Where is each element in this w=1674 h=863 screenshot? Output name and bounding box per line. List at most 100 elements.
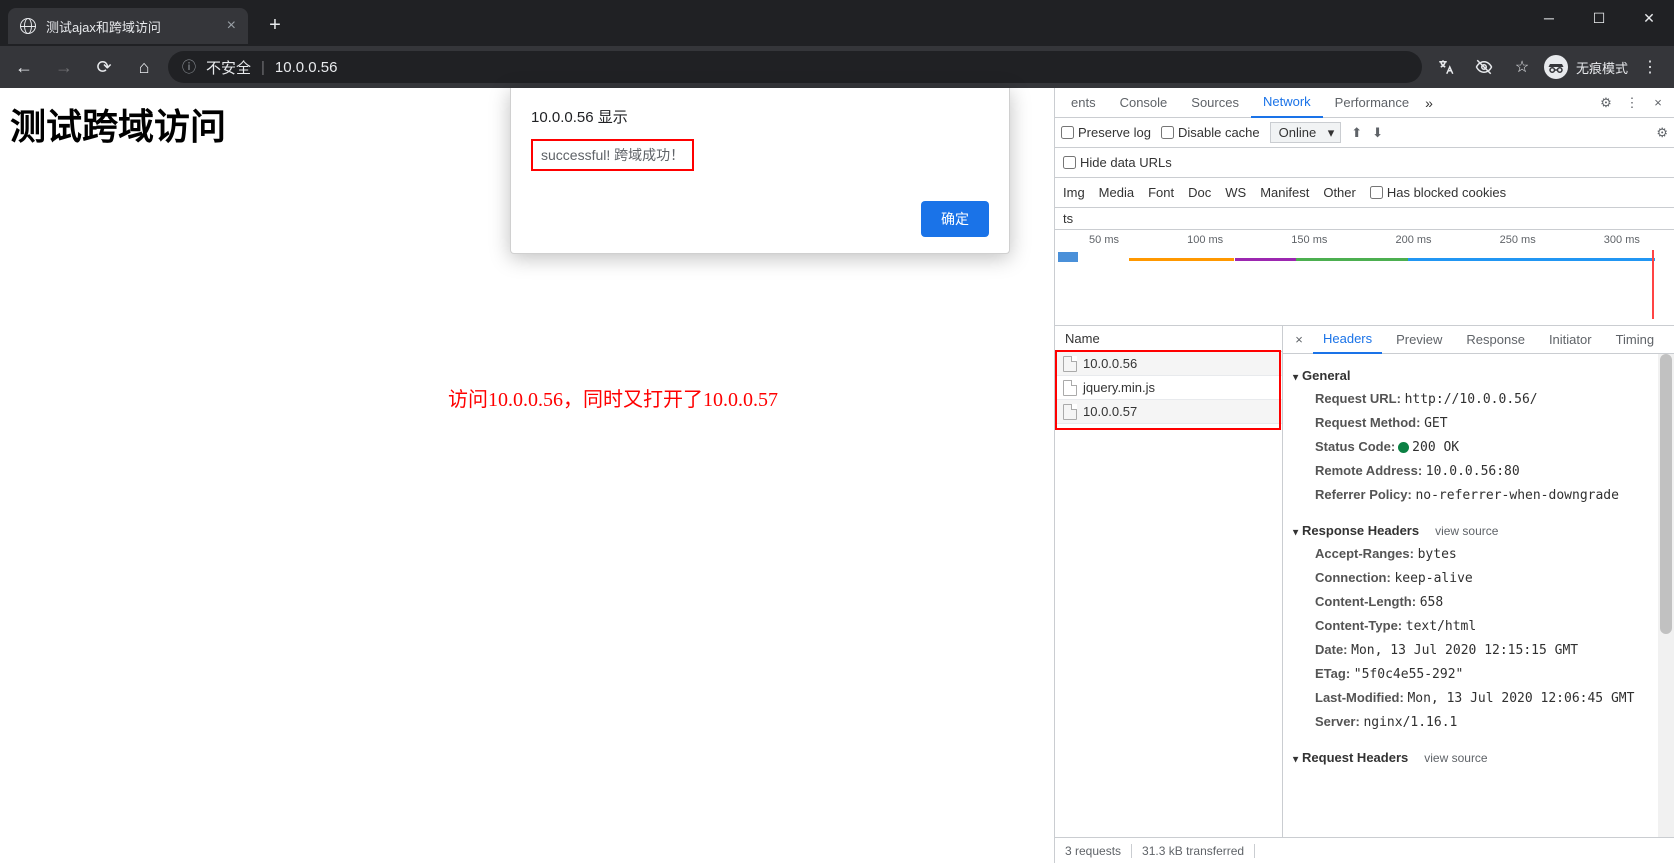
request-details: × Headers Preview Response Initiator Tim…: [1283, 326, 1674, 837]
status-transferred: 31.3 kB transferred: [1132, 844, 1255, 858]
tick: 200 ms: [1395, 234, 1431, 246]
tick: 250 ms: [1500, 234, 1536, 246]
devtools-more-tabs-icon[interactable]: »: [1425, 95, 1433, 111]
waterfall-bar: [1296, 258, 1407, 261]
devtools-tab-console[interactable]: Console: [1108, 88, 1180, 118]
home-button[interactable]: ⌂: [128, 51, 160, 83]
filter-font[interactable]: Font: [1148, 185, 1174, 200]
waterfall-bar: [1129, 258, 1234, 261]
filter-trunc: ts: [1063, 211, 1073, 226]
devtools-tab-network[interactable]: Network: [1251, 88, 1323, 118]
tab-close-icon[interactable]: ×: [227, 17, 236, 35]
gear-icon[interactable]: ⚙: [1594, 91, 1618, 115]
network-filters: Hide data URLs: [1055, 148, 1674, 178]
tick: 150 ms: [1291, 234, 1327, 246]
filter-ws[interactable]: WS: [1225, 185, 1246, 200]
request-row[interactable]: jquery.min.js: [1055, 376, 1282, 400]
details-close-icon[interactable]: ×: [1289, 332, 1309, 347]
devtools-panel: ents Console Sources Network Performance…: [1054, 88, 1674, 863]
throttling-select[interactable]: Online: [1270, 122, 1342, 143]
translate-icon[interactable]: [1430, 51, 1462, 83]
waterfall-bar: [1408, 258, 1656, 261]
browser-titlebar: 测试ajax和跨域访问 × + ─ ☐ ✕: [0, 0, 1674, 46]
kebab-icon[interactable]: ⋮: [1620, 91, 1644, 115]
request-list: Name 10.0.0.56 jquery.min.js 10.0.0.57: [1055, 326, 1283, 837]
filter-img[interactable]: Img: [1063, 185, 1085, 200]
download-icon[interactable]: ⬇: [1372, 125, 1383, 141]
view-source-link[interactable]: view source: [1435, 524, 1498, 538]
file-icon: [1063, 404, 1077, 420]
new-tab-button[interactable]: +: [260, 10, 290, 40]
incognito-icon: [1544, 55, 1568, 79]
request-row[interactable]: 10.0.0.56: [1055, 352, 1282, 376]
details-tab-initiator[interactable]: Initiator: [1539, 326, 1602, 354]
disable-cache-checkbox[interactable]: Disable cache: [1161, 125, 1260, 140]
dialog-title: 10.0.0.56 显示: [531, 106, 989, 127]
section-response-headers[interactable]: Response Headersview source: [1293, 519, 1664, 542]
file-icon: [1063, 356, 1077, 372]
scrollbar[interactable]: [1658, 354, 1674, 837]
js-alert-dialog: 10.0.0.56 显示 successful! 跨域成功！ 确定: [510, 88, 1010, 254]
status-requests: 3 requests: [1055, 844, 1132, 858]
view-source-link[interactable]: view source: [1424, 751, 1487, 765]
url-text: 10.0.0.56: [275, 59, 338, 76]
back-button[interactable]: ←: [8, 51, 40, 83]
hide-data-urls-checkbox[interactable]: Hide data URLs: [1063, 155, 1172, 170]
devtools-tab-elements[interactable]: ents: [1059, 88, 1108, 118]
waterfall-overview[interactable]: 50 ms 100 ms 150 ms 200 ms 250 ms 300 ms: [1055, 230, 1674, 326]
reload-button[interactable]: ⟳: [88, 51, 120, 83]
has-blocked-checkbox[interactable]: Has blocked cookies: [1370, 185, 1506, 200]
devtools-tabs: ents Console Sources Network Performance…: [1055, 88, 1674, 118]
section-general[interactable]: General: [1293, 364, 1664, 387]
network-filters-row3: ts: [1055, 208, 1674, 230]
request-row[interactable]: 10.0.0.57: [1055, 400, 1282, 424]
url-separator: |: [261, 59, 265, 76]
dialog-message: successful! 跨域成功！: [531, 139, 694, 171]
browser-menu-icon[interactable]: ⋮: [1634, 51, 1666, 83]
tick: 50 ms: [1089, 234, 1119, 246]
insecure-label: 不安全: [206, 57, 251, 78]
window-minimize-button[interactable]: ─: [1524, 0, 1574, 36]
network-toolbar: Preserve log Disable cache Online ⬆ ⬇ ⚙: [1055, 118, 1674, 148]
details-tab-timing[interactable]: Timing: [1606, 326, 1665, 354]
file-icon: [1063, 380, 1077, 396]
network-type-filters: Img Media Font Doc WS Manifest Other Has…: [1055, 178, 1674, 208]
scrollbar-thumb[interactable]: [1660, 354, 1672, 634]
devtools-close-icon[interactable]: ×: [1646, 91, 1670, 115]
dialog-ok-button[interactable]: 确定: [921, 201, 989, 237]
filter-media[interactable]: Media: [1099, 185, 1134, 200]
eye-off-icon[interactable]: [1468, 51, 1500, 83]
page-annotation: 访问10.0.0.56，同时又打开了10.0.0.57: [448, 383, 778, 412]
info-icon[interactable]: ⓘ: [182, 57, 196, 77]
tick: 300 ms: [1604, 234, 1640, 246]
preserve-log-checkbox[interactable]: Preserve log: [1061, 125, 1151, 140]
status-dot-icon: [1398, 442, 1409, 453]
devtools-tab-sources[interactable]: Sources: [1179, 88, 1251, 118]
network-status-bar: 3 requests 31.3 kB transferred: [1055, 837, 1674, 863]
url-bar[interactable]: ⓘ 不安全 | 10.0.0.56: [168, 51, 1422, 83]
filter-other[interactable]: Other: [1323, 185, 1356, 200]
window-maximize-button[interactable]: ☐: [1574, 0, 1624, 36]
globe-icon: [20, 18, 36, 34]
devtools-tab-performance[interactable]: Performance: [1323, 88, 1421, 118]
browser-tab[interactable]: 测试ajax和跨域访问 ×: [8, 8, 248, 44]
tick: 100 ms: [1187, 234, 1223, 246]
forward-button[interactable]: →: [48, 51, 80, 83]
request-list-header[interactable]: Name: [1055, 326, 1282, 352]
waterfall-load-line: [1652, 250, 1654, 319]
network-settings-icon[interactable]: ⚙: [1656, 125, 1668, 141]
window-close-button[interactable]: ✕: [1624, 0, 1674, 36]
upload-icon[interactable]: ⬆: [1351, 125, 1362, 141]
details-tab-preview[interactable]: Preview: [1386, 326, 1452, 354]
filter-doc[interactable]: Doc: [1188, 185, 1211, 200]
incognito-indicator[interactable]: 无痕模式: [1544, 55, 1628, 79]
waterfall-bar: [1235, 258, 1297, 261]
tab-title: 测试ajax和跨域访问: [46, 17, 161, 36]
browser-toolbar: ← → ⟳ ⌂ ⓘ 不安全 | 10.0.0.56 ☆ 无痕模式 ⋮: [0, 46, 1674, 88]
details-tab-response[interactable]: Response: [1456, 326, 1535, 354]
section-request-headers[interactable]: Request Headersview source: [1293, 746, 1664, 769]
incognito-label: 无痕模式: [1576, 58, 1628, 77]
details-tab-headers[interactable]: Headers: [1313, 326, 1382, 354]
filter-manifest[interactable]: Manifest: [1260, 185, 1309, 200]
bookmark-star-icon[interactable]: ☆: [1506, 51, 1538, 83]
